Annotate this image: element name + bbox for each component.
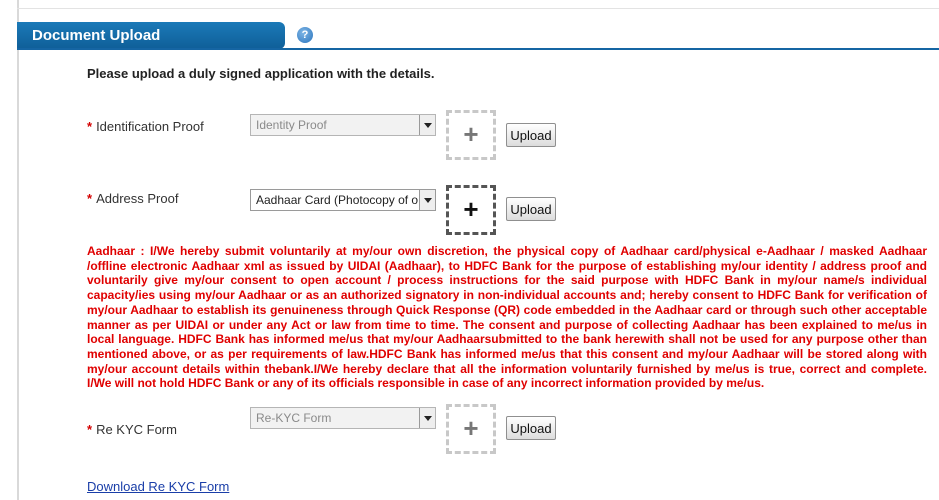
aadhaar-consent-disclaimer: Aadhaar : I/We hereby submit voluntarily… xyxy=(87,244,927,391)
address-proof-select[interactable]: Aadhaar Card (Photocopy of original) xyxy=(250,189,436,211)
rekyc-form-select-value: Re-KYC Form xyxy=(256,411,332,425)
section-header: Document Upload xyxy=(17,22,285,49)
address-proof-upload-button[interactable]: Upload xyxy=(506,197,556,221)
left-border xyxy=(17,0,19,500)
dropdown-arrow-icon[interactable] xyxy=(419,190,435,210)
plus-icon: + xyxy=(463,194,479,224)
identification-proof-select-value: Identity Proof xyxy=(256,118,327,132)
header-underline xyxy=(17,48,939,50)
dropdown-arrow-icon[interactable] xyxy=(419,408,435,428)
download-rekyc-form-link[interactable]: Download Re KYC Form xyxy=(87,479,229,494)
identification-proof-select[interactable]: Identity Proof xyxy=(250,114,436,136)
rekyc-form-label-text: Re KYC Form xyxy=(96,422,177,437)
rekyc-form-add-file[interactable]: + xyxy=(446,404,496,454)
identification-proof-add-file[interactable]: + xyxy=(446,110,496,160)
plus-icon: + xyxy=(463,413,479,443)
address-proof-label-text: Address Proof xyxy=(96,191,179,206)
plus-icon: + xyxy=(463,119,479,149)
help-icon[interactable]: ? xyxy=(297,27,313,43)
section-title: Document Upload xyxy=(32,27,161,44)
top-divider xyxy=(17,8,939,9)
identification-proof-label: * Identification Proof xyxy=(87,119,204,134)
identification-proof-label-text: Identification Proof xyxy=(96,119,204,134)
address-proof-add-file[interactable]: + xyxy=(446,185,496,235)
rekyc-form-label: * Re KYC Form xyxy=(87,422,177,437)
identification-proof-upload-button[interactable]: Upload xyxy=(506,123,556,147)
dropdown-arrow-icon[interactable] xyxy=(419,115,435,135)
address-proof-label: * Address Proof xyxy=(87,191,178,206)
rekyc-form-upload-button[interactable]: Upload xyxy=(506,416,556,440)
rekyc-form-select[interactable]: Re-KYC Form xyxy=(250,407,436,429)
address-proof-select-value: Aadhaar Card (Photocopy of original) xyxy=(256,193,418,207)
required-marker: * xyxy=(87,422,93,437)
required-marker: * xyxy=(87,191,93,206)
required-marker: * xyxy=(87,119,93,134)
instructions-text: Please upload a duly signed application … xyxy=(87,66,435,81)
